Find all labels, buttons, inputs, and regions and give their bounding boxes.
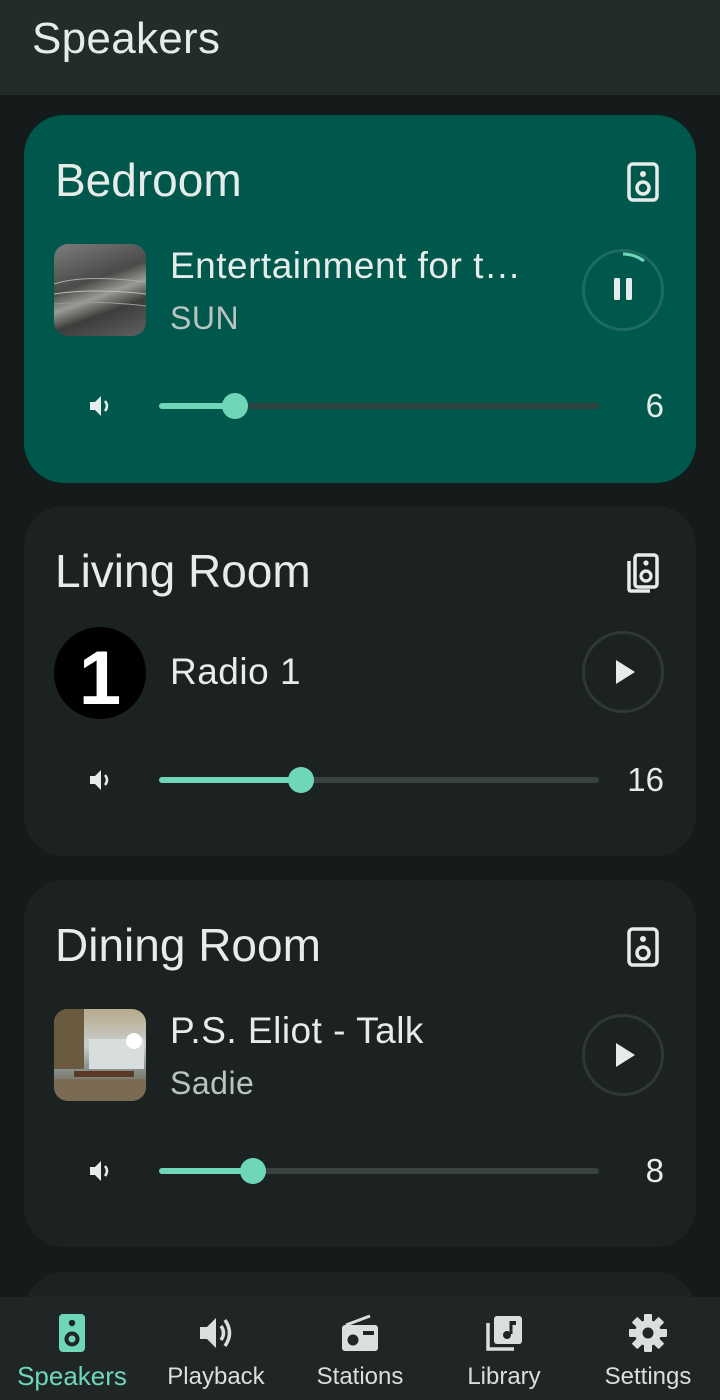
track-artist: SUN xyxy=(170,300,240,336)
speaker-card-dining-room[interactable]: Dining Room P.S. Eliot - Talk Sadie 8 xyxy=(24,880,696,1247)
volume-value: 8 xyxy=(645,1152,664,1189)
play-icon xyxy=(616,1043,635,1067)
volume-fill xyxy=(159,1168,253,1174)
album-art-image xyxy=(54,277,146,307)
volume-icon xyxy=(90,396,109,416)
station-logo: 1 xyxy=(54,627,146,719)
nav-label: Library xyxy=(467,1363,541,1390)
speaker-card-bedroom[interactable]: Bedroom Entertainment for t… SUN 6 xyxy=(24,115,696,483)
nav-label: Speakers xyxy=(17,1361,127,1391)
station-logo-text: 1 xyxy=(78,636,122,719)
nav-label: Playback xyxy=(167,1363,265,1390)
nav-stations[interactable]: Stations xyxy=(288,1297,432,1400)
volume-value: 6 xyxy=(645,387,664,424)
speaker-card-living-room[interactable]: Living Room 1 Radio 1 16 xyxy=(24,506,696,856)
volume-thumb[interactable] xyxy=(288,767,314,793)
nav-label: Stations xyxy=(316,1363,404,1390)
volume-fill xyxy=(159,777,301,783)
play-button[interactable] xyxy=(582,1014,664,1096)
volume-thumb[interactable] xyxy=(222,393,248,419)
nav-library[interactable]: Library xyxy=(432,1297,576,1400)
play-icon xyxy=(616,660,635,684)
speaker-icon[interactable] xyxy=(626,927,660,967)
volume-icon xyxy=(200,1318,232,1348)
album-art xyxy=(54,1009,146,1101)
gear-icon xyxy=(629,1314,667,1352)
volume-slider[interactable] xyxy=(159,393,599,419)
track-artist: Sadie xyxy=(170,1065,255,1101)
bottom-nav: Speakers Playback Stations Library Setti… xyxy=(0,1297,720,1400)
nav-settings[interactable]: Settings xyxy=(576,1297,720,1400)
speaker-group-icon[interactable] xyxy=(626,553,660,593)
speaker-icon[interactable] xyxy=(626,162,660,202)
room-name: Bedroom xyxy=(55,154,242,206)
speaker-icon xyxy=(59,1314,85,1352)
page-title: Speakers xyxy=(32,14,221,63)
room-name: Dining Room xyxy=(55,919,321,971)
radio-icon xyxy=(342,1314,378,1351)
nav-speakers[interactable]: Speakers xyxy=(0,1297,144,1400)
room-name: Living Room xyxy=(55,545,311,597)
play-button[interactable] xyxy=(582,631,664,713)
volume-slider[interactable] xyxy=(159,1158,599,1184)
volume-icon xyxy=(90,770,109,790)
volume-icon xyxy=(90,1161,109,1181)
nav-playback[interactable]: Playback xyxy=(144,1297,288,1400)
library-icon xyxy=(486,1316,522,1351)
track-title: P.S. Eliot - Talk xyxy=(170,1010,424,1051)
volume-value: 16 xyxy=(627,761,664,798)
volume-thumb[interactable] xyxy=(240,1158,266,1184)
nav-label: Settings xyxy=(604,1363,692,1390)
album-art-image xyxy=(54,1009,146,1101)
volume-slider[interactable] xyxy=(159,767,599,793)
album-art xyxy=(54,244,146,336)
track-title: Entertainment for t… xyxy=(170,245,522,286)
app-bar: Speakers xyxy=(0,0,720,95)
track-title: Radio 1 xyxy=(170,651,302,692)
pause-button[interactable] xyxy=(582,249,664,331)
pause-icon xyxy=(614,278,632,300)
